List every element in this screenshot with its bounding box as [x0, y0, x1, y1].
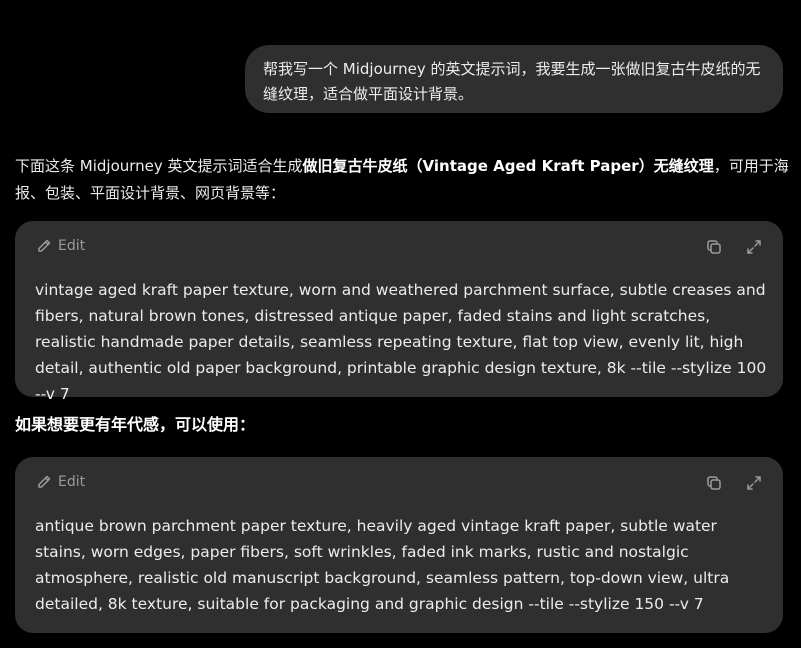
- pencil-icon: [36, 238, 52, 254]
- edit-button[interactable]: Edit: [36, 238, 85, 254]
- prompt-code-block-2: Edit antique brown parchment paper textu…: [15, 457, 783, 633]
- edit-label: Edit: [58, 474, 86, 490]
- assistant-intro: 下面这条 Midjourney 英文提示词适合生成做旧复古牛皮纸（Vintage…: [15, 153, 791, 207]
- code-block-actions: [705, 238, 763, 260]
- code-block-header: Edit: [15, 457, 783, 513]
- code-block-header: Edit: [15, 221, 783, 277]
- copy-icon[interactable]: [705, 474, 723, 496]
- edit-button[interactable]: Edit: [36, 474, 85, 490]
- expand-icon[interactable]: [745, 474, 763, 496]
- intro-text: 下面这条 Midjourney 英文提示词适合生成: [15, 157, 303, 175]
- prompt-text: antique brown parchment paper texture, h…: [35, 517, 730, 613]
- prompt-code-block-1: Edit vintage aged kraft paper texture, w…: [15, 221, 783, 403]
- expand-icon[interactable]: [745, 238, 763, 260]
- intro-bold-text: 做旧复古牛皮纸（Vintage Aged Kraft Paper）无缝纹理: [302, 157, 714, 175]
- code-block-actions: [705, 474, 763, 496]
- user-message-bubble: 帮我写一个 Midjourney 的英文提示词，我要生成一张做旧复古牛皮纸的无缝…: [245, 45, 783, 113]
- copy-icon[interactable]: [705, 238, 723, 260]
- pencil-icon: [36, 474, 52, 490]
- section-heading: 如果想要更有年代感，可以使用：: [15, 415, 256, 434]
- edit-label: Edit: [58, 238, 86, 254]
- user-message-text: 帮我写一个 Midjourney 的英文提示词，我要生成一张做旧复古牛皮纸的无缝…: [263, 60, 761, 103]
- prompt-text: vintage aged kraft paper texture, worn a…: [35, 281, 767, 403]
